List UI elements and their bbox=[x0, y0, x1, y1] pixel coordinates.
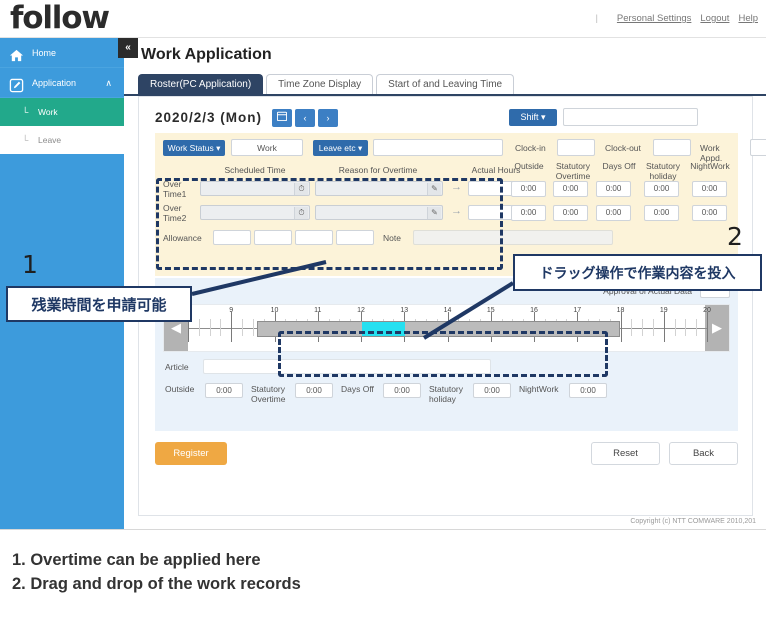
caption-line-2: 2. Drag and drop of the work records bbox=[12, 575, 301, 593]
annotation-callout-2: ドラッグ操作で作業内容を投入 bbox=[513, 254, 762, 291]
sidebar-collapse-button[interactable]: « bbox=[118, 38, 138, 58]
annotation-callout-1: 残業時間を申請可能 bbox=[6, 286, 192, 322]
caption-line-1: 1. Overtime can be applied here bbox=[12, 551, 261, 569]
annotation-marker-2: 2 bbox=[727, 222, 743, 251]
caption-text: 1. Overtime can be applied here 2. Drag … bbox=[12, 548, 752, 596]
annotation-marker-1: 1 bbox=[22, 250, 38, 279]
